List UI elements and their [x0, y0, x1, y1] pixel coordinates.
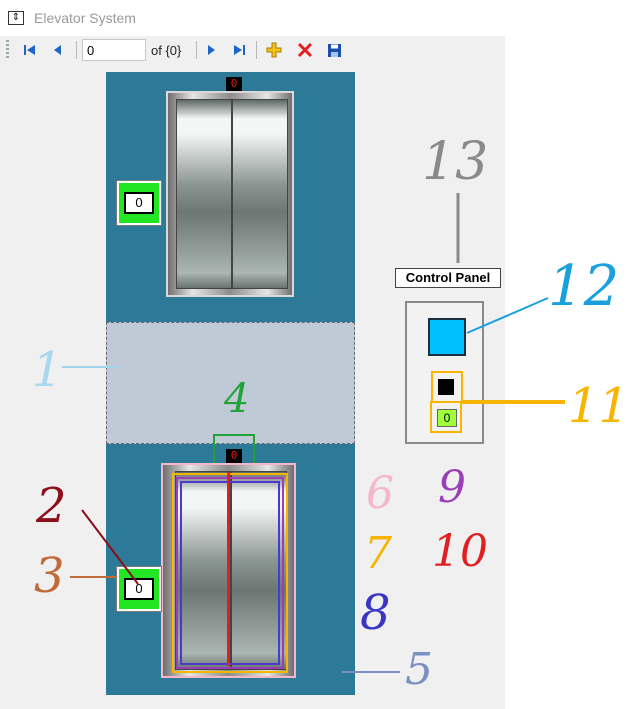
annotation-number-12: 12 [548, 254, 620, 319]
annotation-line-12 [466, 297, 549, 334]
annotation-number-9: 9 [438, 462, 466, 513]
annotation-number-5: 5 [405, 644, 433, 695]
annotation-number-6: 6 [366, 468, 394, 519]
annotation-number-1: 1 [32, 342, 63, 398]
annotation-number-8: 8 [360, 585, 391, 641]
annotation-number-11: 11 [568, 378, 627, 434]
annotation-number-10: 10 [432, 526, 488, 577]
annotation-number-13: 13 [422, 132, 489, 192]
annotation-number-3: 3 [34, 548, 65, 604]
annotation-line-2 [81, 509, 139, 585]
annotation-number-4: 4 [224, 376, 250, 422]
annotation-number-7: 7 [364, 528, 392, 579]
annotation-lines [62, 193, 565, 673]
annotation-number-2: 2 [36, 478, 67, 534]
